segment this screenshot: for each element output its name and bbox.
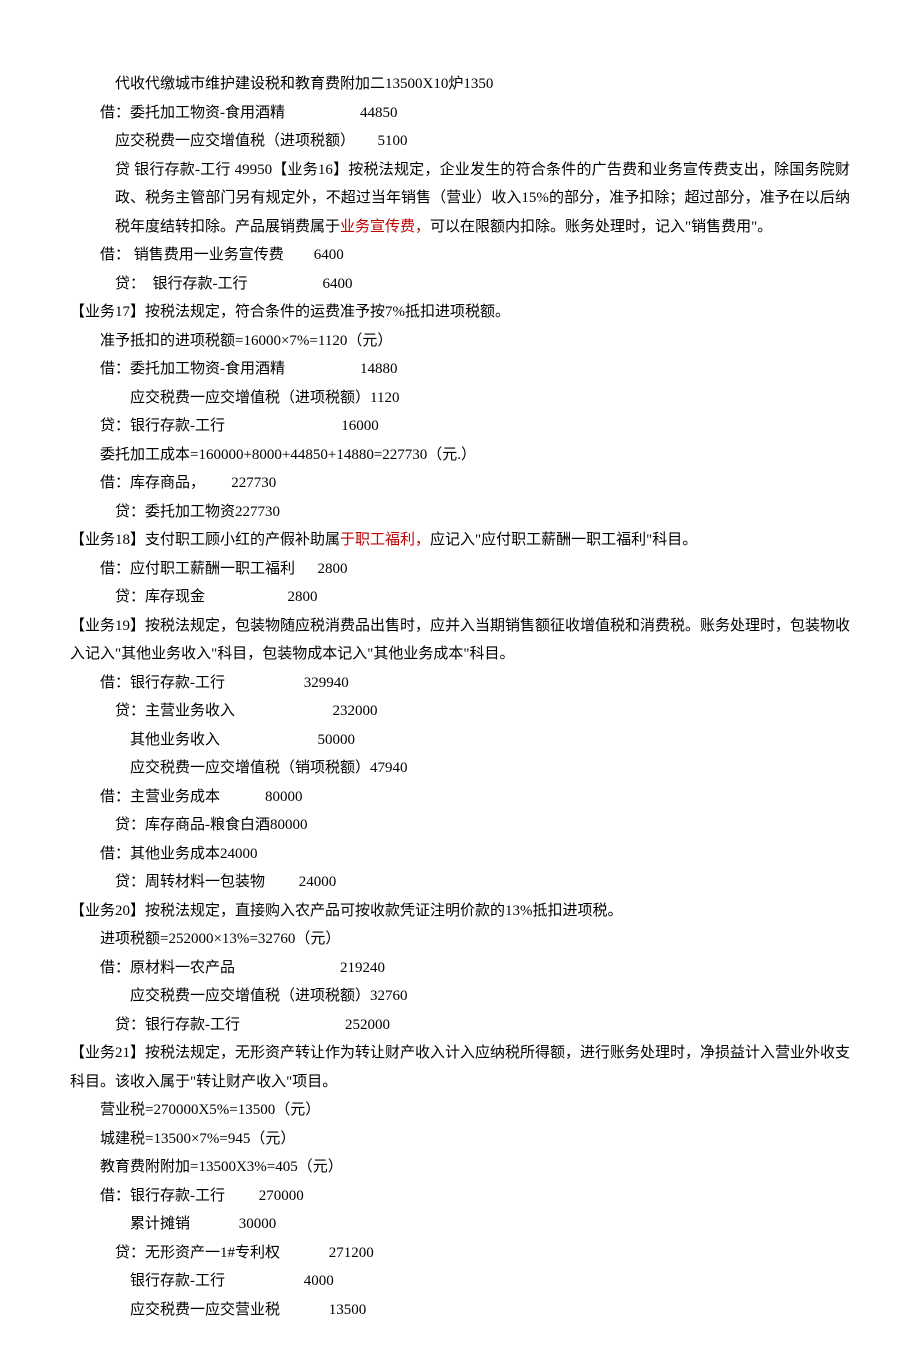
text-line: 应交税费一应交增值税（销项税额）47940	[70, 754, 850, 783]
text-line: 借：委托加工物资-食用酒精 14880	[70, 355, 850, 384]
text-line: 【业务20】按税法规定，直接购入农产品可按收款凭证注明价款的13%抵扣进项税。	[70, 897, 850, 926]
text-line: 教育费附附加=13500X3%=405（元）	[70, 1153, 850, 1182]
text: 【业务18】支付职工顾小红的产假补助属	[70, 532, 340, 548]
text: 借：银行存款-工行 329940	[100, 675, 349, 691]
text: 贷： 银行存款-工行 6400	[115, 276, 353, 292]
text: 贷：库存现金 2800	[115, 589, 318, 605]
text-line: 借：委托加工物资-食用酒精 44850	[70, 99, 850, 128]
text: 贷：周转材料一包装物 24000	[115, 874, 336, 890]
text-line: 贷：银行存款-工行 252000	[70, 1011, 850, 1040]
highlighted-text: 于职工福利，	[340, 532, 430, 548]
text-line: 【业务17】按税法规定，符合条件的运费准予按7%抵扣进项税额。	[70, 298, 850, 327]
text: 代收代缴城市维护建设税和教育费附加二13500X10炉1350	[115, 76, 493, 92]
text: 准予抵扣的进项税额=16000×7%=1120（元）	[100, 333, 392, 349]
text-line: 其他业务收入 50000	[70, 726, 850, 755]
text-line: 借：库存商品， 227730	[70, 469, 850, 498]
text-line: 【业务19】按税法规定，包装物随应税消费品出售时，应并入当期销售额征收增值税和消…	[70, 612, 850, 669]
text: 教育费附附加=13500X3%=405（元）	[100, 1159, 343, 1175]
text: 贷：无形资产一1#专利权 271200	[115, 1245, 374, 1261]
text: 应记入"应付职工薪酬一职工福利"科目。	[430, 532, 697, 548]
text: 借：银行存款-工行 270000	[100, 1188, 304, 1204]
text: 应交税费一应交增值税（进项税额） 5100	[115, 133, 408, 149]
document-body: 代收代缴城市维护建设税和教育费附加二13500X10炉1350 借：委托加工物资-…	[70, 70, 850, 1324]
text-line: 委托加工成本=160000+8000+44850+14880=227730（元.…	[70, 441, 850, 470]
text-line: 进项税额=252000×13%=32760（元）	[70, 925, 850, 954]
text-line: 借：应付职工薪酬一职工福利 2800	[70, 555, 850, 584]
text: 应交税费一应交营业税 13500	[130, 1302, 366, 1318]
text: 借：主营业务成本 80000	[100, 789, 303, 805]
text: 【业务19】按税法规定，包装物随应税消费品出售时，应并入当期销售额征收增值税和消…	[70, 618, 850, 663]
text: 贷：银行存款-工行 16000	[100, 418, 379, 434]
text: 借：委托加工物资-食用酒精 44850	[100, 105, 398, 121]
text: 贷：主营业务收入 232000	[115, 703, 378, 719]
text-line: 借：其他业务成本24000	[70, 840, 850, 869]
text: 借：其他业务成本24000	[100, 846, 258, 862]
text: 可以在限额内扣除。账务处理时，记入"销售费用"。	[430, 219, 772, 235]
text-line: 贷：委托加工物资227730	[70, 498, 850, 527]
text-line: 累计摊销 30000	[70, 1210, 850, 1239]
text: 贷：银行存款-工行 252000	[115, 1017, 390, 1033]
text: 累计摊销 30000	[130, 1216, 276, 1232]
text: 应交税费一应交增值税（进项税额）1120	[130, 390, 399, 406]
text: 借： 销售费用一业务宣传费 6400	[100, 247, 344, 263]
text-line: 贷： 银行存款-工行 6400	[70, 270, 850, 299]
text-line: 应交税费一应交营业税 13500	[70, 1296, 850, 1325]
text-line: 借：主营业务成本 80000	[70, 783, 850, 812]
text: 委托加工成本=160000+8000+44850+14880=227730（元.…	[100, 447, 476, 463]
text-line: 借： 销售费用一业务宣传费 6400	[70, 241, 850, 270]
highlighted-text: 业务宣传费，	[340, 219, 430, 235]
text: 进项税额=252000×13%=32760（元）	[100, 931, 340, 947]
text: 营业税=270000X5%=13500（元）	[100, 1102, 320, 1118]
text-line: 贷：主营业务收入 232000	[70, 697, 850, 726]
text-line: 【业务18】支付职工顾小红的产假补助属于职工福利，应记入"应付职工薪酬一职工福利…	[70, 526, 850, 555]
text-line: 银行存款-工行 4000	[70, 1267, 850, 1296]
text-line: 贷：无形资产一1#专利权 271200	[70, 1239, 850, 1268]
text-line: 贷：周转材料一包装物 24000	[70, 868, 850, 897]
text: 【业务20】按税法规定，直接购入农产品可按收款凭证注明价款的13%抵扣进项税。	[70, 903, 623, 919]
text: 城建税=13500×7%=945（元）	[100, 1131, 295, 1147]
text-line: 应交税费一应交增值税（进项税额）1120	[70, 384, 850, 413]
text-line: 借：银行存款-工行 329940	[70, 669, 850, 698]
text: 应交税费一应交增值税（进项税额）32760	[130, 988, 408, 1004]
text-line: 贷：库存现金 2800	[70, 583, 850, 612]
text-line: 贷 银行存款-工行 49950【业务16】按税法规定，企业发生的符合条件的广告费…	[70, 156, 850, 242]
text-line: 贷：银行存款-工行 16000	[70, 412, 850, 441]
text-line: 借：原材料一农产品 219240	[70, 954, 850, 983]
text-line: 贷：库存商品-粮食白酒80000	[70, 811, 850, 840]
text: 贷：委托加工物资227730	[115, 504, 280, 520]
text-line: 应交税费一应交增值税（进项税额） 5100	[70, 127, 850, 156]
text-line: 营业税=270000X5%=13500（元）	[70, 1096, 850, 1125]
text: 借：库存商品， 227730	[100, 475, 276, 491]
text: 其他业务收入 50000	[130, 732, 355, 748]
text: 借：原材料一农产品 219240	[100, 960, 385, 976]
text-line: 应交税费一应交增值税（进项税额）32760	[70, 982, 850, 1011]
text: 银行存款-工行 4000	[130, 1273, 334, 1289]
text: 应交税费一应交增值税（销项税额）47940	[130, 760, 408, 776]
text-line: 【业务21】按税法规定，无形资产转让作为转让财产收入计入应纳税所得额，进行账务处…	[70, 1039, 850, 1096]
text-line: 代收代缴城市维护建设税和教育费附加二13500X10炉1350	[70, 70, 850, 99]
text: 【业务21】按税法规定，无形资产转让作为转让财产收入计入应纳税所得额，进行账务处…	[70, 1045, 850, 1090]
text: 贷：库存商品-粮食白酒80000	[115, 817, 308, 833]
text-line: 借：银行存款-工行 270000	[70, 1182, 850, 1211]
text: 【业务17】按税法规定，符合条件的运费准予按7%抵扣进项税额。	[70, 304, 510, 320]
text-line: 准予抵扣的进项税额=16000×7%=1120（元）	[70, 327, 850, 356]
text-line: 城建税=13500×7%=945（元）	[70, 1125, 850, 1154]
text: 借：委托加工物资-食用酒精 14880	[100, 361, 398, 377]
text: 借：应付职工薪酬一职工福利 2800	[100, 561, 348, 577]
